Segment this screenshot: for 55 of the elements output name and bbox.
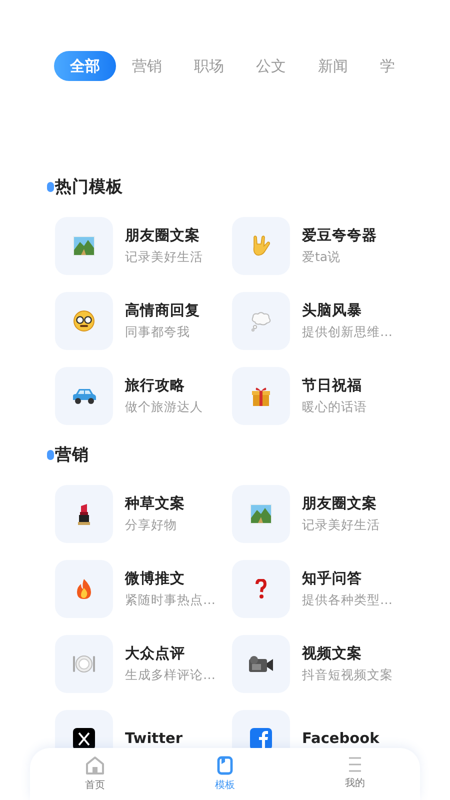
gift-icon — [250, 385, 272, 407]
template-title: 爱豆夸夸器 — [302, 226, 377, 245]
template-title: 头脑风暴 — [302, 302, 363, 320]
category-tab[interactable]: 全部 — [54, 51, 116, 81]
section-marker-icon — [47, 450, 54, 460]
template-description: 提供各种类型… — [302, 592, 392, 609]
template-title: 种草文案 — [125, 494, 185, 513]
category-tab[interactable]: 营销 — [116, 51, 178, 81]
nav-tab[interactable]: 我的 — [290, 748, 420, 800]
question-mark-icon — [255, 579, 267, 599]
section-marker-icon — [47, 182, 54, 192]
category-tab[interactable]: 职场 — [178, 51, 240, 81]
template-description: 生成多样评论… — [125, 667, 216, 684]
template-description: 提供创新思维… — [302, 324, 392, 341]
template-title: 朋友圈文案 — [125, 226, 201, 245]
template-description: 同事都夸我 — [125, 324, 191, 341]
template-description: 暖心的话语 — [302, 399, 367, 416]
template-description: 分享好物 — [125, 517, 178, 534]
template-title: Facebook — [302, 731, 380, 747]
video-camera-icon — [248, 654, 274, 674]
template-title: 视频文案 — [302, 644, 363, 663]
home-icon — [85, 756, 105, 775]
plate-icon — [71, 654, 97, 674]
template-icon — [217, 756, 233, 775]
car-icon — [71, 386, 97, 406]
category-tab[interactable]: 学 — [364, 51, 411, 81]
category-tab[interactable]: 公文 — [240, 51, 302, 81]
template-title: 微博推文 — [125, 570, 186, 588]
template-title: 大众点评 — [125, 644, 186, 663]
template-description: 做个旅游达人 — [125, 399, 203, 416]
template-card[interactable] — [55, 485, 113, 543]
section-title: 营销 — [55, 444, 89, 466]
nav-tab[interactable]: 首页 — [30, 748, 160, 800]
template-description: 紧随时事热点… — [125, 592, 216, 609]
menu-icon — [347, 756, 363, 773]
face-glasses-icon — [73, 310, 95, 332]
template-title: 朋友圈文案 — [302, 494, 378, 513]
section-title: 热门模板 — [55, 176, 123, 198]
template-card[interactable] — [232, 635, 290, 693]
template-title: 知乎问答 — [302, 570, 363, 588]
landscape-picture-icon — [250, 504, 272, 524]
template-description: 抖音短视频文案 — [302, 667, 393, 684]
thought-bubble-icon — [250, 310, 272, 332]
template-title: 节日祝福 — [302, 376, 363, 395]
template-title: 高情商回复 — [125, 302, 200, 320]
flame-icon — [75, 578, 93, 600]
template-title: Twitter — [125, 731, 183, 747]
category-tab[interactable]: 新闻 — [302, 51, 364, 81]
template-description: 爱ta说 — [302, 249, 342, 266]
lipstick-icon — [77, 503, 91, 525]
landscape-picture-icon — [73, 236, 95, 256]
template-description: 记录美好生活 — [125, 249, 203, 266]
nav-tab[interactable]: 模板 — [160, 748, 290, 800]
template-description: 记录美好生活 — [302, 517, 380, 534]
template-title: 旅行攻略 — [125, 376, 186, 395]
